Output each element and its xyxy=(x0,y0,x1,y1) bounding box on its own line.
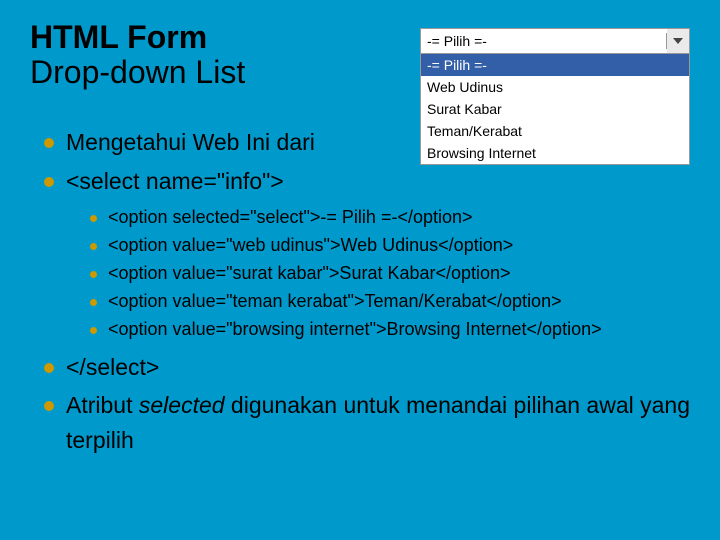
dropdown-selected-row[interactable]: -= Pilih =- xyxy=(421,29,689,53)
bullet-text: Mengetahui Web Ini dari xyxy=(66,129,315,155)
list-item: Atribut selected digunakan untuk menanda… xyxy=(44,388,690,457)
list-item: <option value="browsing internet">Browsi… xyxy=(90,316,690,344)
footnote-text: Atribut selected digunakan untuk menanda… xyxy=(66,392,690,453)
nested-bullet-text: <option value="web udinus">Web Udinus</o… xyxy=(108,235,513,255)
nested-bullet-text: <option value="surat kabar">Surat Kabar<… xyxy=(108,263,511,283)
bullet-text: <select name="info"> xyxy=(66,168,284,194)
nested-bullet-text: <option selected="select">-= Pilih =-</o… xyxy=(108,207,473,227)
dropdown-option[interactable]: -= Pilih =- xyxy=(421,54,689,76)
list-item: <option value="surat kabar">Surat Kabar<… xyxy=(90,260,690,288)
nested-bullet-text: <option value="teman kerabat">Teman/Kera… xyxy=(108,291,562,311)
dropdown-option[interactable]: Surat Kabar xyxy=(421,98,689,120)
list-item: <option selected="select">-= Pilih =-</o… xyxy=(90,204,690,232)
chevron-down-icon[interactable] xyxy=(667,29,689,53)
list-item: <option value="teman kerabat">Teman/Kera… xyxy=(90,288,690,316)
list-item: Mengetahui Web Ini dari xyxy=(44,125,690,160)
list-item: <select name="info"> <option selected="s… xyxy=(44,164,690,344)
dropdown-selected-text: -= Pilih =- xyxy=(421,33,667,49)
nested-bullet-text: <option value="browsing internet">Browsi… xyxy=(108,319,602,339)
list-item: </select> xyxy=(44,350,690,385)
bullet-list: Mengetahui Web Ini dari <select name="in… xyxy=(30,125,690,457)
nested-bullet-list: <option selected="select">-= Pilih =-</o… xyxy=(66,204,690,343)
dropdown-option[interactable]: Web Udinus xyxy=(421,76,689,98)
bullet-text: </select> xyxy=(66,354,159,380)
list-item: <option value="web udinus">Web Udinus</o… xyxy=(90,232,690,260)
